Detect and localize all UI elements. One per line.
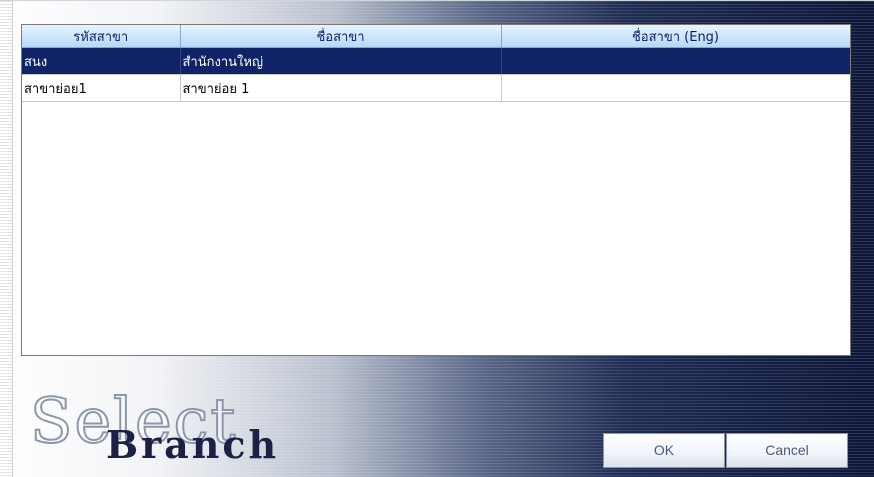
ok-button[interactable]: OK [603,433,725,468]
column-header-branch-name-eng[interactable]: ชื่อสาขา (Eng) [501,25,850,48]
cancel-button[interactable]: Cancel [726,433,848,468]
cell-branch-name-eng[interactable] [501,47,850,75]
left-decorative-strip [0,1,13,477]
table-row[interactable]: สาขาย่อย1 สาขาย่อย 1 [22,74,850,102]
branch-grid[interactable]: รหัสสาขา ชื่อสาขา ชื่อสาขา (Eng) สนง สำน… [21,24,851,356]
cell-branch-code[interactable]: สาขาย่อย1 [22,74,181,102]
select-branch-dialog: รหัสสาขา ชื่อสาขา ชื่อสาขา (Eng) สนง สำน… [0,0,874,477]
column-header-branch-code[interactable]: รหัสสาขา [22,25,181,48]
cell-branch-code[interactable]: สนง [22,47,181,75]
select-branch-logo: Select Branch [29,385,360,476]
branch-table: รหัสสาขา ชื่อสาขา ชื่อสาขา (Eng) สนง สำน… [22,25,850,102]
cell-branch-name[interactable]: สาขาย่อย 1 [180,74,502,102]
table-row[interactable]: สนง สำนักงานใหญ่ [22,47,850,75]
grid-header-row: รหัสสาขา ชื่อสาขา ชื่อสาขา (Eng) [22,25,850,48]
column-header-branch-name[interactable]: ชื่อสาขา [180,25,502,48]
cell-branch-name[interactable]: สำนักงานใหญ่ [180,47,502,75]
logo-text-branch: Branch [106,422,280,467]
cell-branch-name-eng[interactable] [501,74,850,102]
